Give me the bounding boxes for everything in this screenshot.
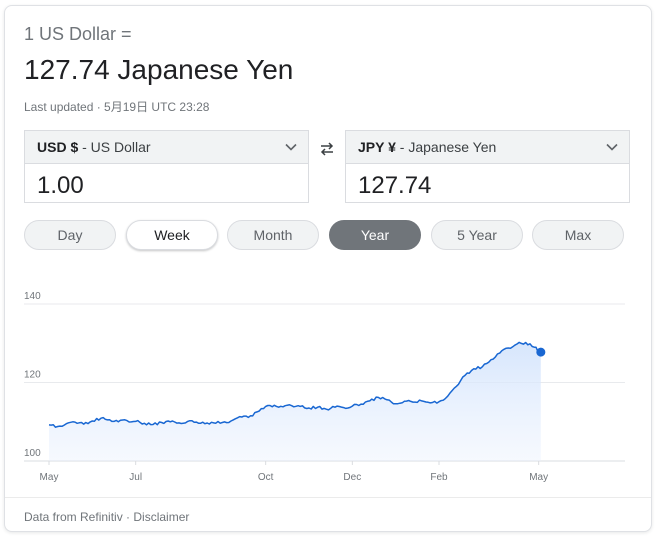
range-button-month[interactable]: Month [227,220,319,250]
range-button-5-year[interactable]: 5 Year [431,220,523,250]
exchange-rate-chart: 100 120 140 May Jul Oct Dec Feb May [24,291,625,483]
data-source-text: Data from Refinitiv [24,510,123,524]
range-button-max[interactable]: Max [532,220,624,250]
from-currency-name: - US Dollar [78,139,151,155]
chevron-down-icon [285,143,297,151]
y-tick-label: 140 [24,291,41,302]
range-button-day[interactable]: Day [24,220,116,250]
from-amount-phrase: 1 US Dollar = [24,24,132,44]
swap-arrows-icon[interactable] [319,141,335,157]
x-tick-label: Oct [258,472,274,483]
to-currency-select[interactable]: JPY ¥ - Japanese Yen [346,131,629,164]
to-currency-code: JPY ¥ [358,139,396,155]
y-tick-label: 120 [24,370,41,381]
from-currency-select[interactable]: USD $ - US Dollar [25,131,308,164]
currency-converter-card: 1 US Dollar = 127.74 Japanese Yen Last u… [4,5,652,532]
from-amount-input[interactable]: 1.00 [37,172,84,200]
to-currency-name: - Japanese Yen [395,139,497,155]
x-tick-label: Dec [343,472,361,483]
from-currency-code: USD $ [37,139,79,155]
from-currency-group: USD $ - US Dollar 1.00 [24,130,309,203]
last-updated-text: Last updated · 5月19日 UTC 23:28 [24,100,210,114]
footer-separator: · [122,510,134,524]
x-tick-label: May [40,472,59,483]
x-tick-label: Jul [129,472,142,483]
to-currency-group: JPY ¥ - Japanese Yen 127.74 [345,130,630,203]
series-area [49,342,541,461]
converted-result: 127.74 Japanese Yen [24,54,294,85]
y-tick-label: 100 [24,448,41,459]
footer: Data from Refinitiv · Disclaimer [24,510,189,524]
x-tick-label: May [529,472,548,483]
range-button-week[interactable]: Week [126,220,218,250]
disclaimer-link[interactable]: Disclaimer [133,510,189,524]
to-amount-input[interactable]: 127.74 [358,172,431,200]
current-value-point[interactable] [536,347,546,357]
footer-divider [5,497,651,498]
range-button-year[interactable]: Year [329,220,421,250]
chevron-down-icon [606,143,618,151]
x-tick-label: Feb [430,472,448,483]
